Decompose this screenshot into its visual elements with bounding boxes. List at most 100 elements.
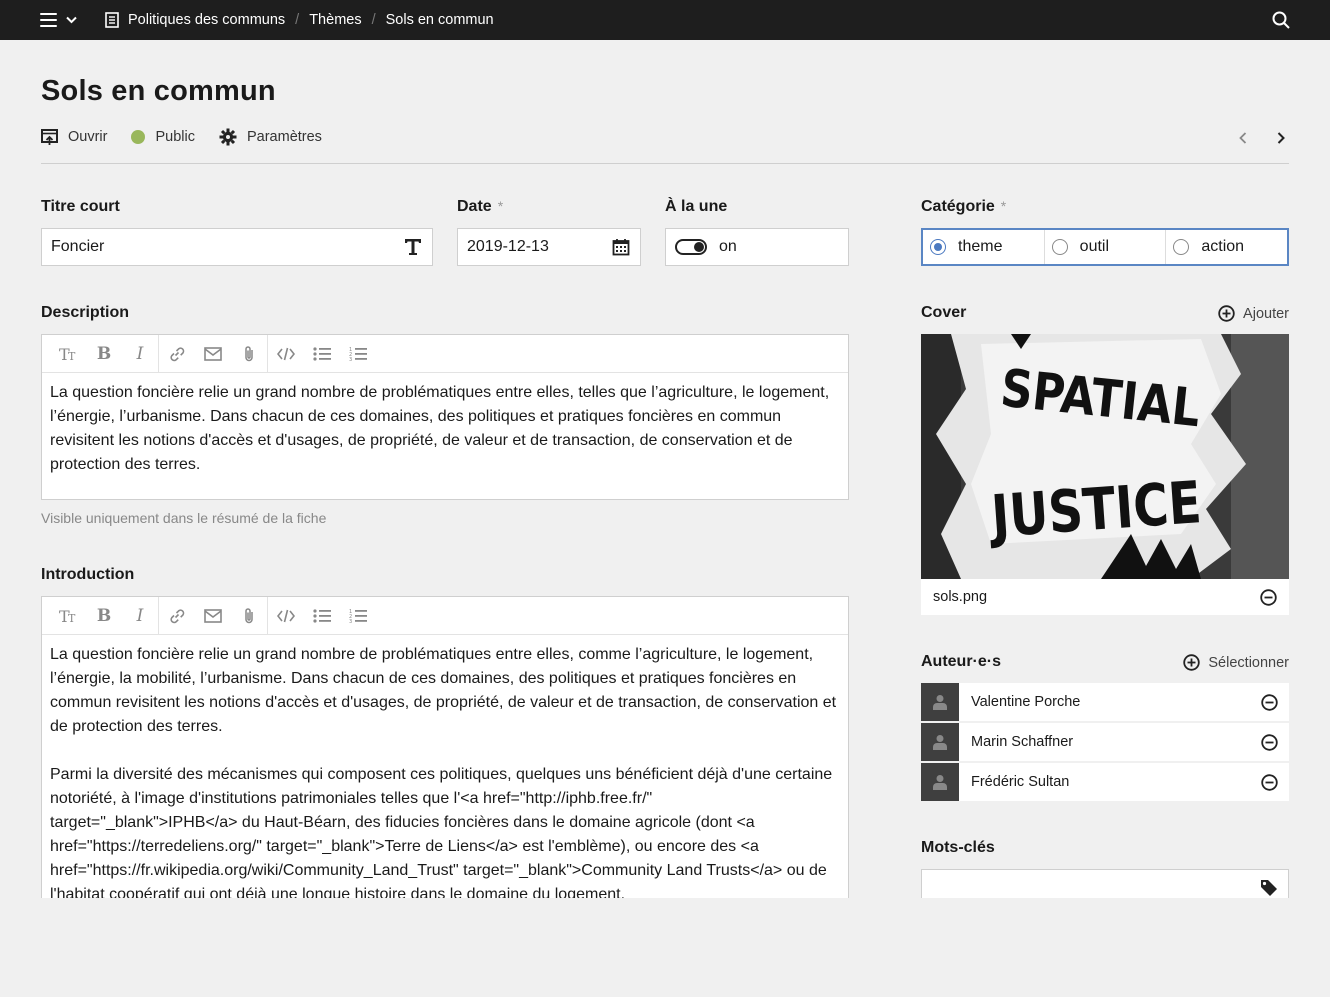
authors-label: Auteur·e·s [921, 653, 1002, 670]
date-label: Date * [457, 198, 503, 216]
ordered-list-button[interactable]: 123 [340, 335, 376, 373]
category-label: Catégorie * [921, 198, 1006, 216]
bottom-area [0, 898, 1330, 997]
italic-button[interactable]: I [122, 335, 158, 373]
description-help-text: Visible uniquement dans le résumé de la … [41, 510, 327, 526]
remove-author-button[interactable] [1261, 773, 1278, 791]
radio-selected-icon [930, 239, 946, 255]
category-option-outil[interactable]: outil [1045, 230, 1167, 264]
email-button[interactable] [195, 597, 231, 635]
status-button[interactable]: Public [131, 129, 195, 145]
next-button[interactable] [1272, 129, 1290, 147]
avatar [921, 763, 959, 801]
search-button[interactable] [1272, 11, 1290, 29]
author-item[interactable]: Valentine Porche [921, 683, 1289, 721]
remove-author-button[interactable] [1261, 693, 1278, 711]
avatar [921, 723, 959, 761]
email-button[interactable] [195, 335, 231, 373]
previous-button[interactable] [1234, 129, 1252, 147]
introduction-paragraph: Parmi la diversité des mécanismes qui co… [50, 766, 833, 903]
category-label-text: Catégorie [921, 198, 995, 215]
radio-icon [1173, 239, 1190, 255]
calendar-icon[interactable] [612, 238, 630, 256]
add-cover-label: Ajouter [1243, 305, 1289, 322]
toggle-switch[interactable] [675, 239, 707, 255]
user-icon [933, 735, 947, 750]
remove-author-button[interactable] [1261, 733, 1278, 751]
italic-icon: I [136, 343, 144, 364]
cover-filename: sols.png [933, 589, 988, 605]
cover-card: SPATIAL JUSTICE sols.png [921, 334, 1289, 615]
introduction-label: Introduction [41, 566, 135, 583]
author-item[interactable]: Marin Schaffner [921, 723, 1289, 761]
bold-button[interactable]: B [86, 597, 122, 635]
date-value: 2019-12-13 [467, 238, 549, 255]
featured-toggle-field[interactable]: on [665, 228, 849, 266]
ordered-list-button[interactable]: 123 [340, 597, 376, 635]
code-icon [277, 347, 295, 360]
bold-icon: B [96, 605, 112, 626]
featured-label: À la une [665, 198, 728, 215]
category-option-label: action [1201, 238, 1245, 255]
page-actions: Ouvrir Public Paramètres [41, 128, 346, 146]
italic-button[interactable]: I [122, 597, 158, 635]
date-label-text: Date [457, 198, 492, 215]
code-icon [277, 609, 295, 622]
remove-cover-button[interactable] [1260, 588, 1277, 606]
category-option-action[interactable]: action [1166, 230, 1287, 264]
select-authors-label: Sélectionner [1208, 654, 1289, 671]
link-icon [170, 608, 185, 623]
cover-image: SPATIAL JUSTICE [921, 334, 1289, 579]
breadcrumb-item-politiques[interactable]: Politiques des communs [128, 12, 285, 28]
cover-label: Cover [921, 304, 967, 321]
breadcrumb-separator: / [371, 12, 376, 28]
code-button[interactable] [268, 335, 304, 373]
chevron-right-icon [1277, 132, 1285, 144]
bold-icon: B [96, 343, 112, 364]
heading-button[interactable]: TT [50, 597, 86, 635]
breadcrumb-item-current[interactable]: Sols en commun [386, 12, 494, 28]
introduction-text[interactable]: La question foncière relie un grand nomb… [42, 635, 848, 907]
heading-button[interactable]: TT [50, 335, 86, 373]
description-label: Description [41, 304, 130, 321]
author-name: Frédéric Sultan [971, 774, 1070, 790]
plus-circle-icon [1218, 305, 1235, 322]
italic-icon: I [136, 605, 144, 626]
attachment-button[interactable] [231, 335, 267, 373]
minus-circle-icon [1260, 588, 1277, 606]
introduction-paragraph: La question foncière relie un grand nomb… [50, 646, 837, 735]
minus-circle-icon [1261, 733, 1278, 751]
attachment-button[interactable] [231, 597, 267, 635]
add-cover-button[interactable]: Ajouter [1218, 305, 1289, 322]
link-button[interactable] [159, 335, 195, 373]
gear-icon [219, 128, 237, 146]
bullet-list-icon [313, 608, 331, 623]
category-radio-group: theme outil action [921, 228, 1289, 266]
category-option-theme[interactable]: theme [923, 230, 1045, 264]
bullet-list-button[interactable] [304, 597, 340, 635]
main-menu-button[interactable] [40, 11, 82, 29]
link-icon [170, 346, 185, 361]
bullet-list-button[interactable] [304, 335, 340, 373]
open-icon [41, 128, 58, 146]
minus-circle-icon [1261, 773, 1278, 791]
select-authors-button[interactable]: Sélectionner [1183, 654, 1289, 671]
description-text[interactable]: La question foncière relie un grand nomb… [42, 373, 848, 477]
author-item[interactable]: Frédéric Sultan [921, 763, 1289, 801]
link-button[interactable] [159, 597, 195, 635]
breadcrumb-item-themes[interactable]: Thèmes [309, 12, 361, 28]
code-button[interactable] [268, 597, 304, 635]
bold-button[interactable]: B [86, 335, 122, 373]
open-button[interactable]: Ouvrir [41, 128, 107, 146]
date-field[interactable]: 2019-12-13 [457, 228, 641, 266]
short-title-field[interactable]: Foncier [41, 228, 433, 266]
settings-button[interactable]: Paramètres [219, 128, 322, 146]
hamburger-icon [40, 13, 57, 27]
svg-text:T: T [68, 612, 76, 624]
status-dot-icon [131, 130, 146, 144]
short-title-label: Titre court [41, 198, 120, 215]
paperclip-icon [245, 607, 253, 623]
editor-toolbar: TT B I 123 [42, 334, 848, 373]
heading-icon: TT [59, 608, 76, 624]
short-title-value: Foncier [51, 238, 105, 255]
